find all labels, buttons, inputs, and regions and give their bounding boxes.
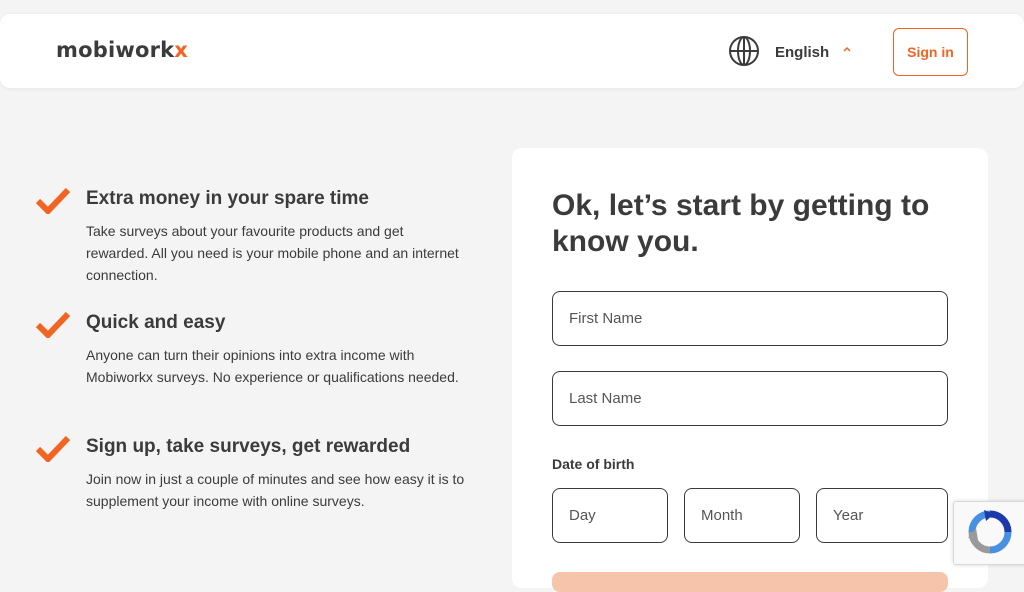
dob-year-input[interactable] (816, 488, 948, 543)
dob-day-input[interactable] (552, 488, 668, 543)
chevron-up-icon[interactable] (842, 45, 852, 53)
recaptcha-badge[interactable] (953, 501, 1024, 565)
dob-month-input[interactable] (684, 488, 800, 543)
site-header: mobiworkx English Sign in (0, 14, 1024, 88)
last-name-input[interactable] (552, 371, 948, 426)
check-icon (36, 312, 70, 338)
check-icon (36, 188, 70, 214)
check-icon (36, 436, 70, 462)
logo-text: mobiwork (56, 38, 175, 62)
feature-text: Take surveys about your favourite produc… (86, 223, 459, 283)
globe-icon[interactable] (728, 35, 760, 67)
recaptcha-icon (968, 510, 1012, 554)
feature-title: Sign up, take surveys, get rewarded (86, 436, 411, 457)
feature-title: Extra money in your spare time (86, 188, 369, 209)
feature-title: Quick and easy (86, 312, 226, 333)
date-of-birth-label: Date of birth (552, 456, 635, 472)
mobiworkx-logo[interactable]: mobiworkx (56, 38, 188, 62)
language-selector[interactable]: English (775, 44, 829, 61)
logo-accent: x (174, 38, 189, 62)
feature-text: Anyone can turn their opinions into extr… (86, 347, 459, 385)
first-name-input[interactable] (552, 291, 948, 346)
feature-text: Join now in just a couple of minutes and… (86, 471, 465, 509)
signup-form-card: Ok, let’s start by getting to know you. … (512, 148, 988, 592)
continue-button[interactable] (552, 572, 948, 592)
sign-in-button[interactable]: Sign in (893, 28, 968, 76)
form-heading: Ok, let’s start by getting to know you. (552, 189, 930, 258)
